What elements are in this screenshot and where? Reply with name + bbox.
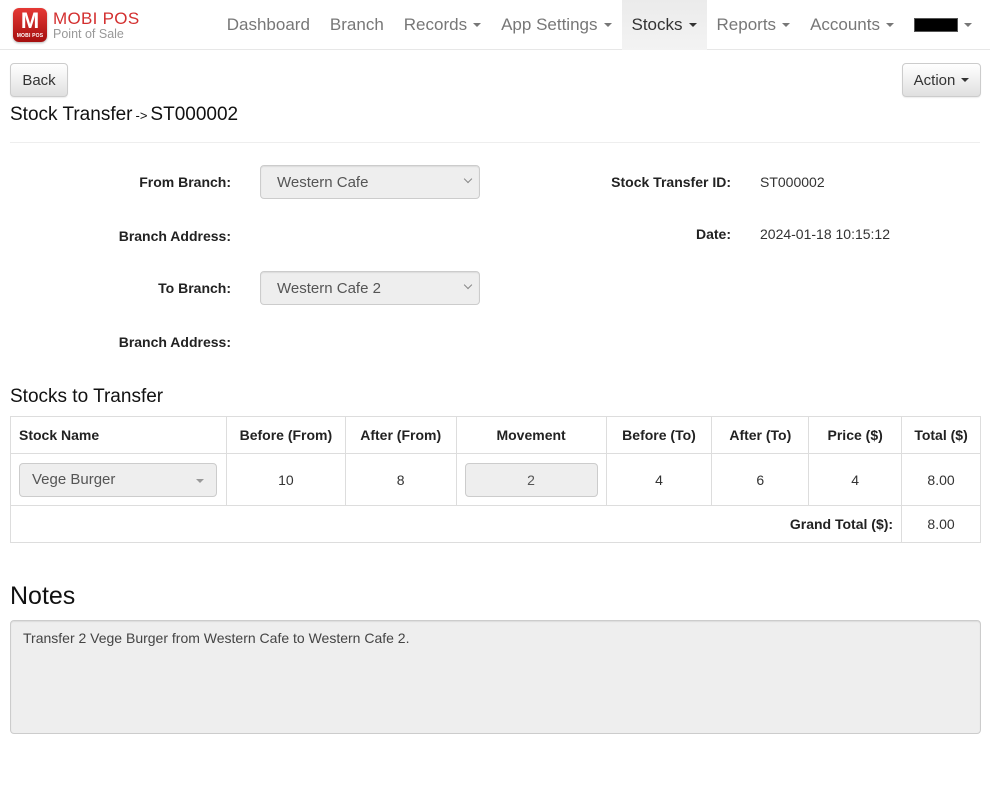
nav-label: Branch bbox=[329, 15, 384, 34]
caret-down-icon bbox=[688, 23, 697, 27]
caret-down-icon bbox=[473, 23, 482, 27]
caret-down-icon bbox=[961, 78, 970, 82]
grand-total-row: Grand Total ($): 8.00 bbox=[9, 505, 981, 543]
nav-branch[interactable]: Branch bbox=[320, 0, 394, 50]
nav-label: Records bbox=[403, 15, 468, 34]
logo-letter: M bbox=[20, 8, 40, 33]
divider bbox=[10, 142, 980, 143]
notes-textarea[interactable]: Transfer 2 Vege Burger from Western Cafe… bbox=[10, 620, 981, 734]
logo-caption: MOBI POS bbox=[16, 33, 44, 39]
arrow-separator: -> bbox=[135, 108, 148, 123]
transfer-id-value: ST000002 bbox=[760, 174, 825, 190]
to-branch-value: Western Cafe 2 bbox=[277, 279, 381, 297]
mobi-pos-logo-icon: M MOBI POS bbox=[13, 8, 47, 42]
before-from-cell: 10 bbox=[225, 453, 346, 506]
nav-accounts[interactable]: Accounts bbox=[800, 0, 904, 50]
grand-total-label: Grand Total ($): bbox=[9, 505, 903, 543]
caret-down-icon bbox=[196, 478, 204, 483]
col-movement: Movement bbox=[455, 416, 607, 454]
stock-name-cell: Vege Burger bbox=[10, 453, 227, 506]
table-row: Vege Burger 10 8 2 4 6 4 8.00 bbox=[10, 453, 981, 506]
grand-total-value: 8.00 bbox=[901, 505, 981, 543]
caret-down-icon bbox=[603, 23, 612, 27]
from-branch-select[interactable]: Western Cafe bbox=[260, 165, 480, 199]
action-label: Action bbox=[913, 71, 956, 89]
nav-label: Stocks bbox=[631, 15, 683, 34]
nav-app-settings[interactable]: App Settings bbox=[491, 0, 621, 50]
redacted-username bbox=[914, 18, 958, 32]
transfer-id-label: Stock Transfer ID: bbox=[611, 174, 731, 190]
col-before-to: Before (To) bbox=[605, 416, 713, 454]
col-before-from: Before (From) bbox=[225, 416, 346, 454]
from-branch-value: Western Cafe bbox=[277, 173, 369, 191]
date-value: 2024-01-18 10:15:12 bbox=[760, 226, 890, 242]
back-button[interactable]: Back bbox=[10, 63, 68, 97]
chevron-down-icon bbox=[463, 174, 473, 184]
brand-name: MOBI POS bbox=[53, 8, 140, 28]
nav-reports[interactable]: Reports bbox=[707, 0, 801, 50]
stocks-section-title: Stocks to Transfer bbox=[10, 386, 164, 407]
total-cell: 8.00 bbox=[901, 453, 981, 506]
page-title-text: Stock Transfer bbox=[10, 104, 133, 125]
page-title: Stock Transfer -> ST000002 bbox=[10, 104, 238, 126]
brand-subtitle: Point of Sale bbox=[53, 26, 124, 41]
stock-name-value: Vege Burger bbox=[32, 471, 116, 488]
nav-records[interactable]: Records bbox=[394, 0, 491, 50]
col-price: Price ($) bbox=[808, 416, 903, 454]
top-navbar: M MOBI POS MOBI POS Point of Sale Dashbo… bbox=[0, 0, 990, 50]
caret-down-icon bbox=[782, 23, 791, 27]
date-label: Date: bbox=[695, 226, 731, 242]
notes-title: Notes bbox=[10, 582, 76, 610]
table-header-row: Stock Name Before (From) After (From) Mo… bbox=[10, 416, 981, 454]
movement-cell: 2 bbox=[455, 453, 607, 506]
brand-logo[interactable]: M MOBI POS MOBI POS Point of Sale bbox=[13, 8, 139, 42]
nav-label: Reports bbox=[716, 15, 777, 34]
caret-down-icon bbox=[886, 23, 894, 27]
movement-input[interactable]: 2 bbox=[464, 462, 598, 497]
to-branch-select[interactable]: Western Cafe 2 bbox=[260, 271, 480, 305]
nav-label: App Settings bbox=[501, 15, 598, 34]
page-transfer-code: ST000002 bbox=[150, 104, 239, 125]
col-total: Total ($) bbox=[901, 416, 981, 454]
caret-down-icon bbox=[964, 23, 972, 27]
nav-label: Dashboard bbox=[226, 15, 310, 34]
back-label: Back bbox=[22, 71, 56, 89]
nav-label: Accounts bbox=[810, 15, 880, 34]
after-to-cell: 6 bbox=[711, 453, 810, 506]
nav-user-menu[interactable] bbox=[904, 0, 990, 50]
nav-stocks[interactable]: Stocks bbox=[621, 0, 707, 50]
stock-name-select[interactable]: Vege Burger bbox=[19, 462, 217, 497]
to-branch-address-label: Branch Address: bbox=[118, 334, 231, 350]
before-to-cell: 4 bbox=[605, 453, 713, 506]
action-dropdown-button[interactable]: Action bbox=[902, 63, 981, 97]
chevron-down-icon bbox=[463, 280, 473, 290]
col-stock-name: Stock Name bbox=[10, 416, 227, 454]
nav-dashboard[interactable]: Dashboard bbox=[217, 0, 320, 50]
main-nav: Dashboard Branch Records App Settings St… bbox=[217, 0, 990, 50]
price-cell: 4 bbox=[808, 453, 903, 506]
after-from-cell: 8 bbox=[344, 453, 457, 506]
to-branch-label: To Branch: bbox=[158, 280, 231, 296]
from-branch-label: From Branch: bbox=[139, 174, 231, 190]
col-after-to: After (To) bbox=[711, 416, 810, 454]
stocks-table: Stock Name Before (From) After (From) Mo… bbox=[9, 416, 981, 543]
col-after-from: After (From) bbox=[344, 416, 457, 454]
from-branch-address-label: Branch Address: bbox=[118, 228, 231, 244]
